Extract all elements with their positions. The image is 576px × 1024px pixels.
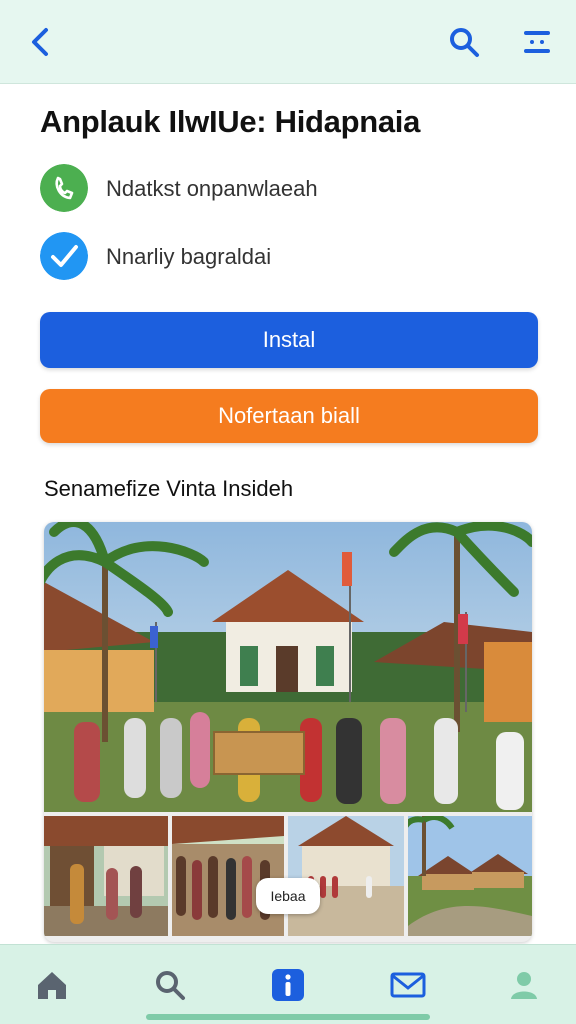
nav-info[interactable] — [268, 965, 308, 1005]
menu-icon — [524, 31, 550, 53]
home-indicator — [146, 1014, 430, 1020]
mail-icon — [390, 972, 426, 998]
phone-icon — [40, 164, 88, 212]
chevron-left-icon — [32, 28, 48, 56]
bottom-navigation — [0, 944, 576, 1024]
search-icon — [450, 28, 479, 57]
gallery-thumbnail-4[interactable] — [408, 816, 532, 936]
nav-search[interactable] — [150, 965, 190, 1005]
menu-button[interactable] — [518, 24, 556, 60]
info-row-contact-label: Ndatkst onpanwlaeah — [106, 176, 318, 201]
install-button[interactable]: Instal — [40, 312, 538, 368]
gallery-badge[interactable]: Iebaa — [256, 878, 320, 914]
more-info-button[interactable]: Nofertaan biall — [40, 389, 538, 443]
gallery-main-image[interactable] — [44, 522, 532, 812]
top-app-bar — [0, 0, 576, 84]
app-title: Anplauk IlwIUe: Hidapnaia — [40, 104, 421, 139]
nav-home[interactable] — [32, 965, 72, 1005]
back-button[interactable] — [26, 24, 58, 60]
info-row-verified[interactable]: Nnarliy bagraldai — [40, 232, 540, 280]
check-icon — [40, 232, 88, 280]
gallery-thumbnail-2[interactable] — [172, 816, 284, 936]
profile-icon — [511, 972, 537, 999]
nav-mail[interactable] — [388, 965, 428, 1005]
search-icon — [156, 971, 185, 1000]
gallery-thumbnail-3[interactable] — [288, 816, 404, 936]
nav-profile[interactable] — [504, 965, 544, 1005]
gallery-thumbnail-1[interactable] — [44, 816, 168, 936]
home-icon — [38, 972, 66, 999]
info-row-verified-label: Nnarliy bagraldai — [106, 244, 272, 269]
info-icon — [272, 969, 304, 1001]
search-button[interactable] — [446, 24, 482, 60]
gallery-title: Senamefize Vinta Insideh — [44, 476, 294, 501]
info-row-contact[interactable]: Ndatkst onpanwlaeah — [40, 164, 540, 212]
